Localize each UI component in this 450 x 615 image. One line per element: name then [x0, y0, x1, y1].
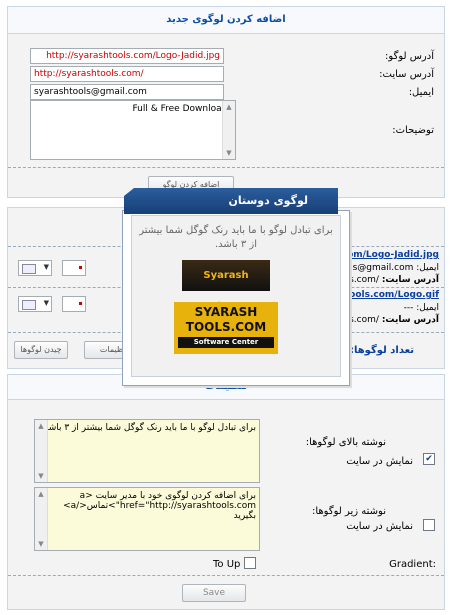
scroll-down-icon[interactable]: ▼ [225, 149, 233, 157]
description-textarea[interactable]: Full & Free Downloads ▲ ▼ [30, 100, 236, 160]
description-scrollbar[interactable]: ▲ ▼ [222, 101, 235, 159]
add-logo-panel: اضافه کردن لوگوی جدید آدرس لوگو: http://… [7, 6, 445, 198]
popup-message: برای تبادل لوگو با ما باید رنک گوگل شما … [139, 225, 333, 250]
order-select[interactable]: ▼ [18, 296, 52, 312]
divider [8, 575, 444, 576]
top-text-scrollbar[interactable]: ▲ ▼ [35, 420, 48, 482]
arrange-logos-button[interactable]: چیدن لوگوها [14, 341, 68, 359]
image-icon [22, 300, 36, 310]
top-text-textarea[interactable]: برای تبادل لوگو با ما باید رنک گوگل شما … [34, 419, 260, 483]
bottom-text-scrollbar[interactable]: ▲ ▼ [35, 488, 48, 550]
save-button[interactable]: Save [182, 584, 246, 602]
checkmark-icon: ✔ [425, 454, 433, 464]
logo-address-input[interactable]: http://syarashtools.com/Logo-Jadid.jpg [30, 48, 224, 64]
email-label: ایمیل: [408, 87, 434, 98]
top-text-value: برای تبادل لوگو با ما باید رنک گوگل شما … [41, 423, 256, 433]
top-text-label: نوشته بالای لوگوها: [305, 437, 386, 448]
scroll-up-icon[interactable]: ▲ [37, 422, 45, 430]
logo-line-3: Software Center [178, 337, 274, 348]
to-up-checkbox[interactable] [244, 557, 256, 569]
order-select[interactable]: ▼ [18, 260, 52, 276]
logo-line-1: SYARASH [194, 305, 258, 319]
scroll-down-icon[interactable]: ▼ [37, 540, 45, 548]
entry-email-label: ایمیل: --- [403, 303, 439, 313]
show-top-checkbox[interactable]: ✔ [423, 453, 435, 465]
order-input[interactable] [62, 296, 86, 312]
friends-logo-popup: برای تبادل لوگو با ما باید رنک گوگل شما … [122, 188, 350, 386]
popup-frame: برای تبادل لوگو با ما باید رنک گوگل شما … [122, 210, 350, 386]
dropdown-arrow-icon: ▼ [43, 299, 49, 307]
site-address-label: آدرس سایت: [379, 69, 434, 80]
image-icon [22, 264, 36, 274]
dropdown-arrow-icon: ▼ [43, 263, 49, 271]
gradient-label: Gradient: [389, 559, 436, 570]
description-text: Full & Free Downloads [132, 104, 232, 114]
show-top-label: نمایش در سایت [346, 456, 413, 467]
divider [8, 167, 444, 168]
logo-address-label: آدرس لوگو: [385, 51, 434, 62]
bottom-text-textarea[interactable]: برای اضافه کردن لوگوی خود با مدیر سایت <… [34, 487, 260, 551]
show-bottom-label: نمایش در سایت [346, 521, 413, 532]
site-address-input[interactable]: http://syarashtools.com/ [30, 66, 224, 82]
logo-line-2: TOOLS.COM [185, 320, 267, 334]
popup-header: لوگوی دوستان [124, 188, 338, 214]
bottom-text-value: برای اضافه کردن لوگوی خود با مدیر سایت <… [63, 491, 256, 521]
entry-site-label: آدرس سایت: ls.com/ [346, 275, 439, 285]
scroll-up-icon[interactable]: ▲ [37, 490, 45, 498]
add-logo-title: اضافه کردن لوگوی جدید [8, 7, 444, 34]
order-input[interactable] [62, 260, 86, 276]
scroll-up-icon[interactable]: ▲ [225, 103, 233, 111]
syarash-software-logo[interactable]: SYARASH TOOLS.COM Software Center [174, 302, 278, 354]
popup-title: لوگوی دوستان [228, 194, 308, 207]
show-bottom-checkbox[interactable] [423, 519, 435, 531]
syarash-logo-banner[interactable]: Syarash Tools.com [182, 260, 270, 312]
settings-panel: تنظیمات نوشته بالای لوگوها: برای تبادل ل… [7, 374, 445, 610]
email-input[interactable]: syarashtools@gmail.com [30, 84, 224, 100]
bottom-text-label: نوشته زیر لوگوها: [311, 506, 386, 517]
description-label: توضیحات: [392, 125, 434, 136]
popup-body: برای تبادل لوگو با ما باید رنک گوگل شما … [131, 215, 341, 377]
to-up-label: To Up [213, 559, 241, 570]
scroll-down-icon[interactable]: ▼ [37, 472, 45, 480]
logo-count-label: تعداد لوگوها: [349, 345, 414, 356]
